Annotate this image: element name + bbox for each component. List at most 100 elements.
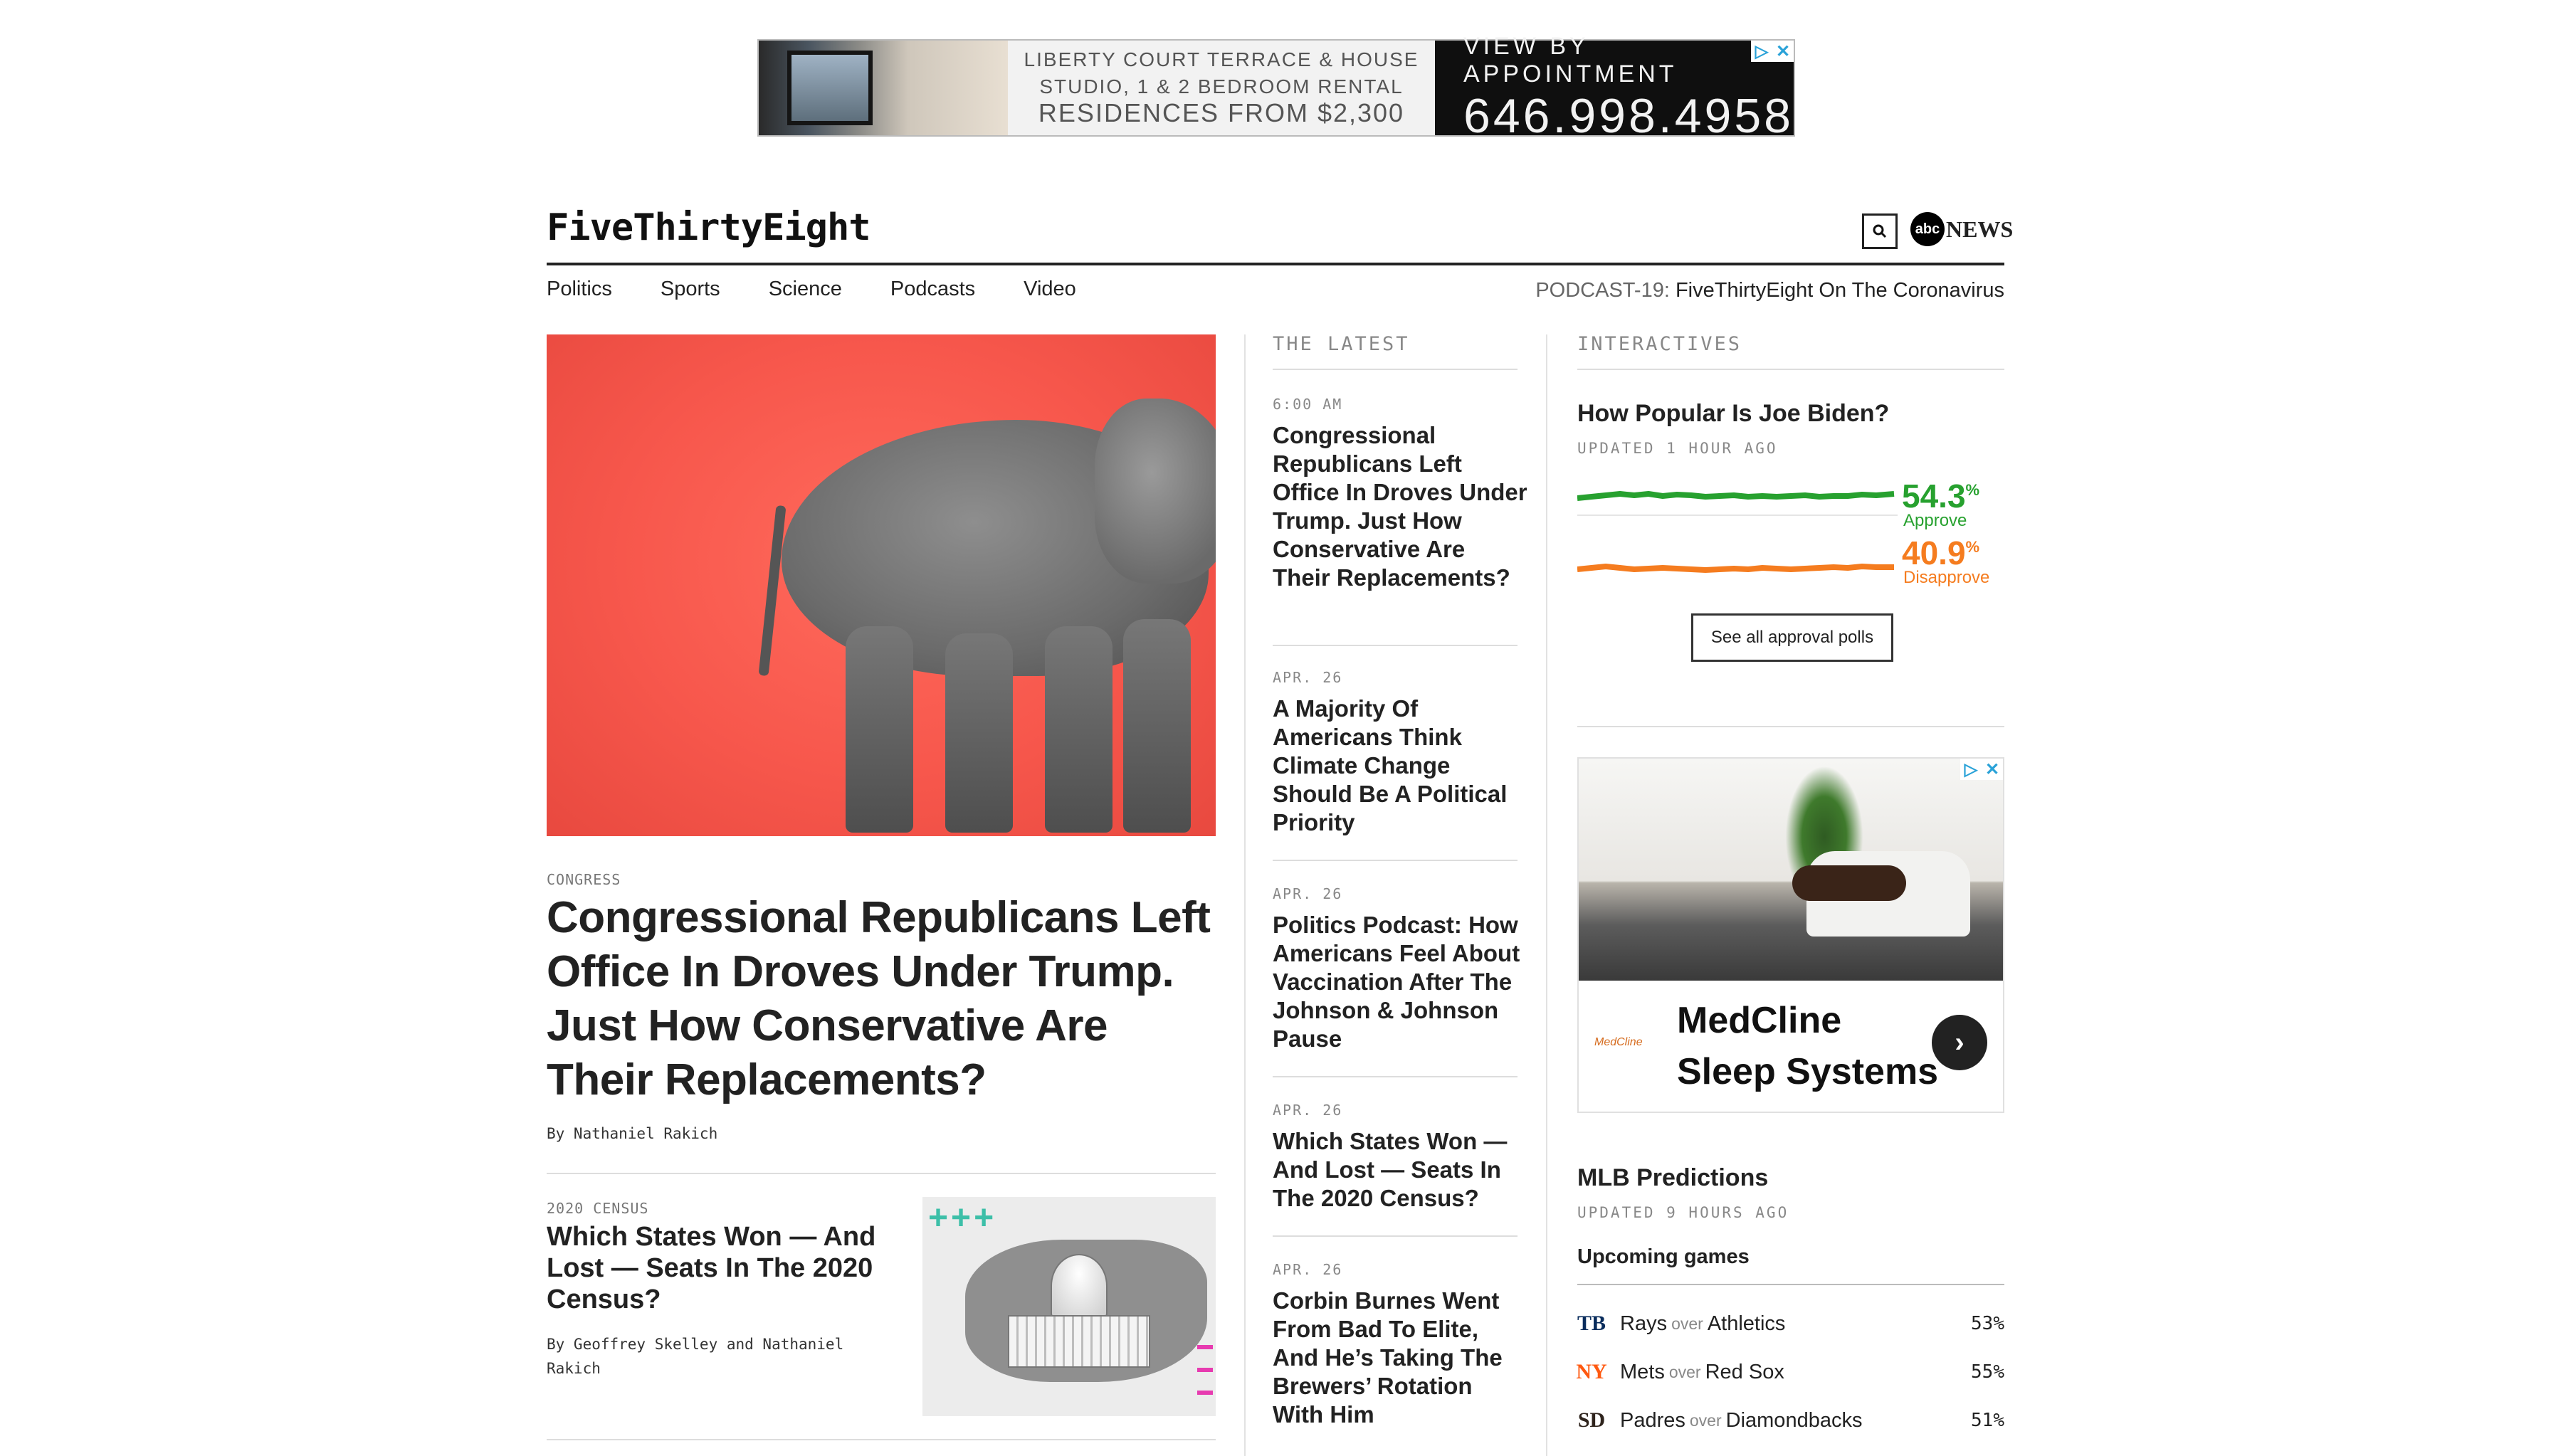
latest-title[interactable]: A Majority Of Americans Think Climate Ch… bbox=[1273, 695, 1529, 837]
mlb-updated: UPDATED 9 HOURS AGO bbox=[1577, 1204, 1789, 1221]
latest-time: APR. 26 bbox=[1273, 669, 1343, 686]
game-winner: Mets bbox=[1620, 1360, 1665, 1383]
adchoices-icon[interactable]: ▷ bbox=[1751, 41, 1772, 62]
nav-video[interactable]: Video bbox=[1024, 278, 1076, 301]
latest-title[interactable]: Politics Podcast: How Americans Feel Abo… bbox=[1273, 911, 1529, 1053]
game-probability: 53% bbox=[1971, 1313, 2004, 1334]
game-winner: Rays bbox=[1620, 1312, 1668, 1335]
header-divider bbox=[547, 263, 2004, 265]
latest-time: 6:00 AM bbox=[1273, 396, 1343, 413]
ad-line-3: RESIDENCES FROM $2,300 bbox=[1038, 97, 1405, 127]
nav-sports[interactable]: Sports bbox=[661, 278, 720, 301]
main-nav: Politics Sports Science Podcasts Video bbox=[547, 278, 1125, 301]
see-all-approval-polls-button[interactable]: See all approval polls bbox=[1691, 613, 1893, 662]
top-banner-ad[interactable]: LIBERTY COURT TERRACE & HOUSE STUDIO, 1 … bbox=[757, 33, 1795, 143]
ad-cta: VIEW BY APPOINTMENT bbox=[1463, 32, 1678, 88]
side-ad[interactable]: ▷ ✕ MedCline MedCline Sleep Systems › bbox=[1577, 757, 2004, 1113]
nav-podcasts[interactable]: Podcasts bbox=[890, 278, 975, 301]
latest-heading: THE LATEST bbox=[1273, 333, 1410, 355]
over-text: over bbox=[1671, 1314, 1703, 1333]
game-row[interactable]: NY Mets over Red Sox 55% bbox=[1576, 1351, 2004, 1393]
game-loser: Diamondbacks bbox=[1725, 1408, 1863, 1432]
podcast-tag: PODCAST-19: bbox=[1535, 279, 1670, 302]
ad-photo bbox=[759, 41, 1008, 135]
brand-line-2: Sleep Systems bbox=[1677, 1051, 1939, 1092]
latest-title[interactable]: Congressional Republicans Left Office In… bbox=[1273, 421, 1529, 592]
approval-updated: UPDATED 1 HOUR AGO bbox=[1577, 440, 1778, 457]
game-row[interactable]: SD Padres over Diamondbacks 51% bbox=[1577, 1399, 2004, 1442]
column-divider-1 bbox=[1244, 334, 1246, 1456]
latest-title[interactable]: Corbin Burnes Went From Bad To Elite, An… bbox=[1273, 1287, 1529, 1429]
mlb-title[interactable]: MLB Predictions bbox=[1577, 1164, 1768, 1192]
podcast-title: FiveThirtyEight On The Coronavirus bbox=[1675, 279, 2004, 302]
ad-phone: 646.998.4958 bbox=[1463, 88, 1794, 143]
adchoices-icon[interactable]: ▷ bbox=[1960, 759, 1982, 780]
games-rule bbox=[1577, 1284, 2004, 1285]
featured-kicker[interactable]: CONGRESS bbox=[547, 871, 621, 888]
approval-title[interactable]: How Popular Is Joe Biden? bbox=[1577, 400, 1889, 428]
latest-divider bbox=[1273, 860, 1518, 861]
search-button[interactable] bbox=[1862, 213, 1898, 249]
ad-text-block: LIBERTY COURT TERRACE & HOUSE STUDIO, 1 … bbox=[1008, 41, 1435, 135]
disapprove-line bbox=[1577, 564, 1894, 573]
close-icon[interactable]: ✕ bbox=[1772, 41, 1794, 62]
column-divider-2 bbox=[1546, 334, 1547, 1456]
latest-divider bbox=[1273, 1076, 1518, 1077]
ad-line-2: STUDIO, 1 & 2 BEDROOM RENTAL bbox=[1039, 75, 1404, 97]
upcoming-games-heading: Upcoming games bbox=[1577, 1245, 1750, 1268]
plus-marks: +++ bbox=[928, 1199, 997, 1237]
game-probability: 55% bbox=[1971, 1361, 2004, 1383]
featured-image[interactable] bbox=[547, 334, 1216, 836]
story2-divider bbox=[547, 1439, 1216, 1440]
game-loser: Red Sox bbox=[1705, 1360, 1784, 1383]
game-probability: 51% bbox=[1971, 1410, 2004, 1431]
approval-sparkline[interactable] bbox=[1577, 470, 1898, 591]
interactives-heading: INTERACTIVES bbox=[1577, 333, 1742, 355]
game-loser: Athletics bbox=[1707, 1312, 1786, 1335]
latest-divider bbox=[1273, 645, 1518, 646]
mets-logo-icon: NY bbox=[1576, 1360, 1607, 1383]
story2-headline[interactable]: Which States Won — And Lost — Seats In T… bbox=[547, 1221, 903, 1315]
medcline-small-logo: MedCline bbox=[1594, 1036, 1643, 1048]
featured-headline[interactable]: Congressional Republicans Left Office In… bbox=[547, 891, 1216, 1107]
ad-cta-block: VIEW BY APPOINTMENT 646.998.4958 ▷ ✕ bbox=[1435, 33, 1794, 143]
game-winner: Padres bbox=[1620, 1408, 1685, 1432]
ad-line-1: LIBERTY COURT TERRACE & HOUSE bbox=[1024, 48, 1419, 70]
rays-logo-icon: TB bbox=[1577, 1312, 1606, 1335]
interactives-heading-rule bbox=[1577, 369, 2004, 370]
close-icon[interactable]: ✕ bbox=[1982, 759, 2003, 780]
latest-time: APR. 26 bbox=[1273, 1102, 1343, 1119]
latest-heading-rule bbox=[1273, 369, 1518, 370]
disapprove-label: Disapprove bbox=[1903, 568, 1990, 587]
latest-title[interactable]: Which States Won — And Lost — Seats In T… bbox=[1273, 1127, 1529, 1213]
over-text: over bbox=[1668, 1362, 1701, 1381]
abc-news-logo[interactable]: abc NEWS bbox=[1910, 212, 2013, 246]
approve-label: Approve bbox=[1903, 511, 1967, 530]
latest-time: APR. 26 bbox=[1273, 885, 1343, 902]
site-logo[interactable]: FiveThirtyEight bbox=[547, 206, 871, 249]
chevron-right-icon[interactable]: › bbox=[1932, 1015, 1987, 1070]
game-row[interactable]: TB Rays over Athletics 53% bbox=[1577, 1302, 2004, 1345]
story2-kicker[interactable]: 2020 CENSUS bbox=[547, 1200, 648, 1217]
over-text: over bbox=[1689, 1410, 1722, 1430]
story2-image[interactable]: +++ bbox=[922, 1197, 1216, 1416]
search-icon bbox=[1873, 224, 1887, 238]
featured-divider bbox=[547, 1173, 1216, 1174]
podcast-promo-link[interactable]: PODCAST-19: FiveThirtyEight On The Coron… bbox=[1535, 279, 2004, 302]
abc-circle: abc bbox=[1910, 212, 1945, 246]
latest-time: APR. 26 bbox=[1273, 1261, 1343, 1278]
nav-science[interactable]: Science bbox=[769, 278, 842, 301]
padres-logo-icon: SD bbox=[1577, 1408, 1606, 1432]
story2-byline: By Geoffrey Skelley and Nathaniel Rakich bbox=[547, 1336, 844, 1377]
nav-politics[interactable]: Politics bbox=[547, 278, 612, 301]
latest-divider bbox=[1273, 1235, 1518, 1237]
approve-line bbox=[1577, 491, 1895, 501]
approve-value: 54.3% bbox=[1902, 478, 1980, 515]
featured-byline: By Nathaniel Rakich bbox=[547, 1125, 718, 1142]
brand-line-1: MedCline bbox=[1677, 1000, 1842, 1041]
medcline-brand: MedCline Sleep Systems bbox=[1677, 995, 1938, 1097]
abc-news-text: NEWS bbox=[1946, 216, 2014, 242]
disapprove-value: 40.9% bbox=[1902, 534, 1980, 571]
interactives-divider bbox=[1577, 726, 2004, 727]
side-ad-photo bbox=[1579, 759, 2003, 981]
